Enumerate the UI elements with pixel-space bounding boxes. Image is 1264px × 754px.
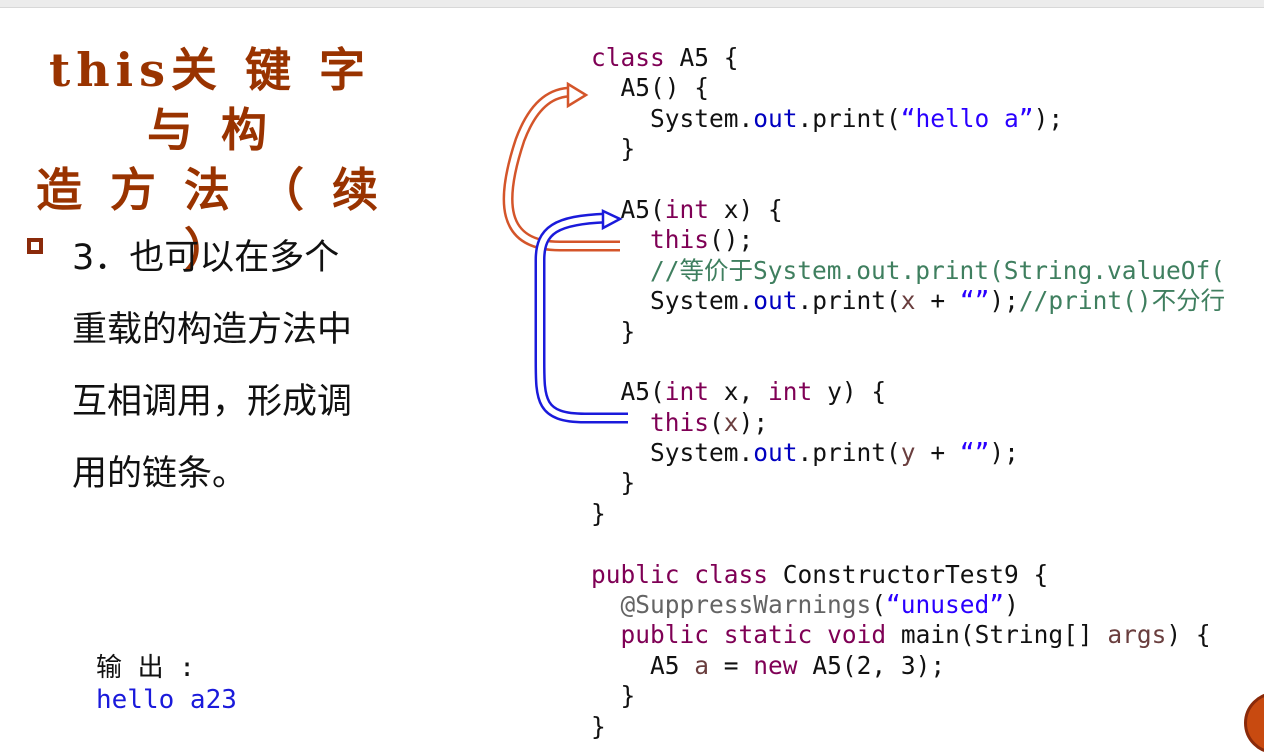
constructor-call-arrows — [502, 81, 628, 424]
blue-arrowhead-icon — [601, 209, 623, 231]
orange-arrowhead-icon — [566, 81, 589, 109]
